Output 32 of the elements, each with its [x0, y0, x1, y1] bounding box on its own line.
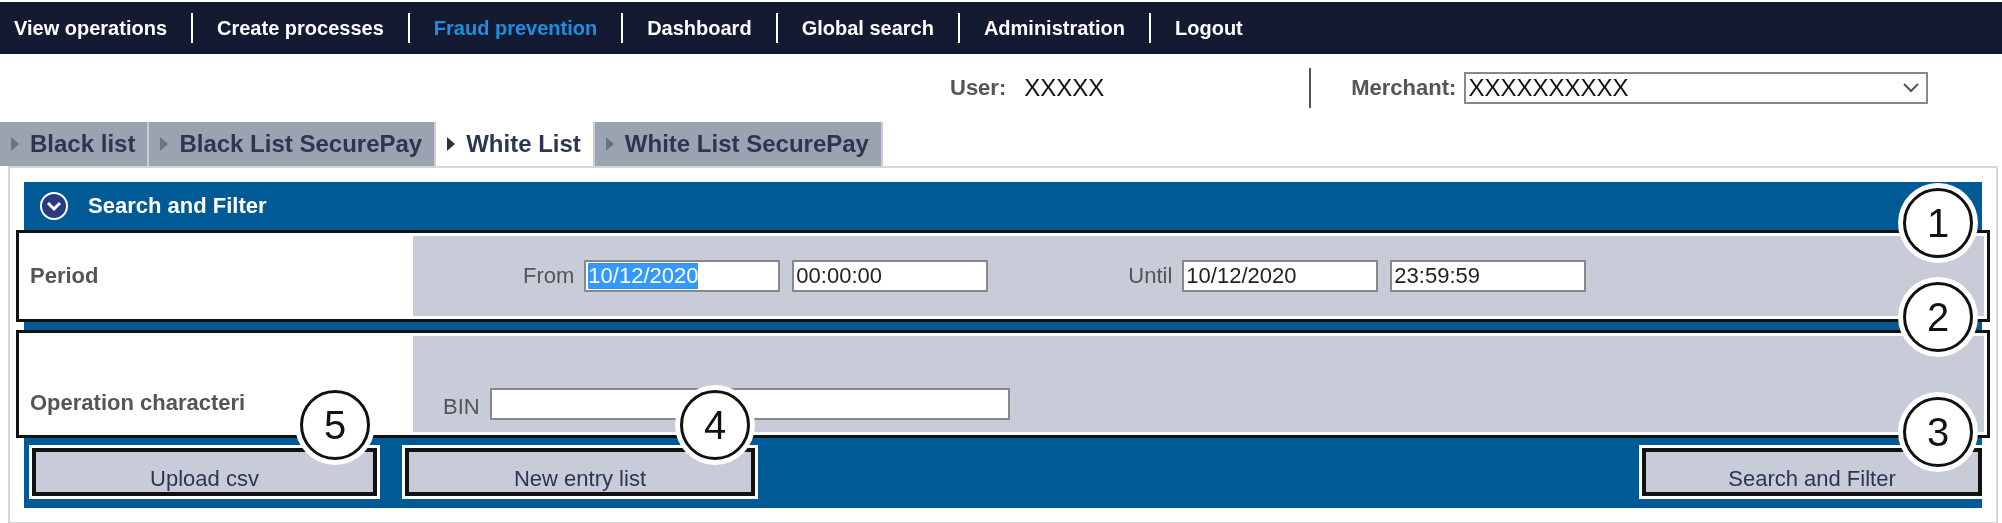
chevron-down-icon — [1902, 82, 1921, 94]
merchant-label: Merchant: — [1351, 75, 1457, 101]
tab[interactable]: White List SecurePay — [594, 122, 883, 166]
operation-characteristics-label: Operation characteri — [30, 390, 246, 416]
user-name: XXXXX — [1024, 74, 1106, 102]
section-title: Search and Filter — [88, 193, 267, 219]
nav-link[interactable]: Create processes — [217, 16, 408, 40]
nav-link[interactable]: Global search — [801, 16, 958, 40]
triangle-right-icon — [10, 136, 20, 152]
triangle-right-icon — [604, 136, 615, 152]
nav-link[interactable]: Administration — [983, 16, 1150, 40]
field-label: Until — [1128, 263, 1173, 289]
period-label: Period — [30, 263, 99, 289]
nav-link[interactable]: Logout — [1175, 16, 1267, 40]
field-label: BIN — [443, 394, 480, 420]
nav-link[interactable]: View operations — [14, 16, 191, 40]
triangle-right-icon — [446, 136, 457, 152]
action-button[interactable]: New entry list — [405, 448, 755, 496]
tab[interactable]: Black List SecurePay — [149, 122, 437, 166]
user-label: User: — [950, 75, 1007, 101]
date-field[interactable]: 10/12/2020 — [1182, 260, 1379, 292]
merchant-select[interactable]: XXXXXXXXXX — [1464, 72, 1929, 104]
time-field[interactable]: 23:59:59 — [1390, 260, 1587, 292]
triangle-right-icon — [159, 136, 170, 152]
chevron-down-icon[interactable] — [40, 192, 68, 220]
field-label: From — [523, 263, 575, 289]
action-button[interactable]: Upload csv — [32, 448, 377, 496]
tab[interactable]: Black list — [0, 122, 150, 166]
nav-link[interactable]: Fraud prevention — [433, 16, 622, 40]
action-button[interactable]: Search and Filter — [1642, 448, 1982, 496]
nav-link[interactable]: Dashboard — [647, 16, 776, 40]
time-field[interactable]: 00:00:00 — [792, 260, 989, 292]
